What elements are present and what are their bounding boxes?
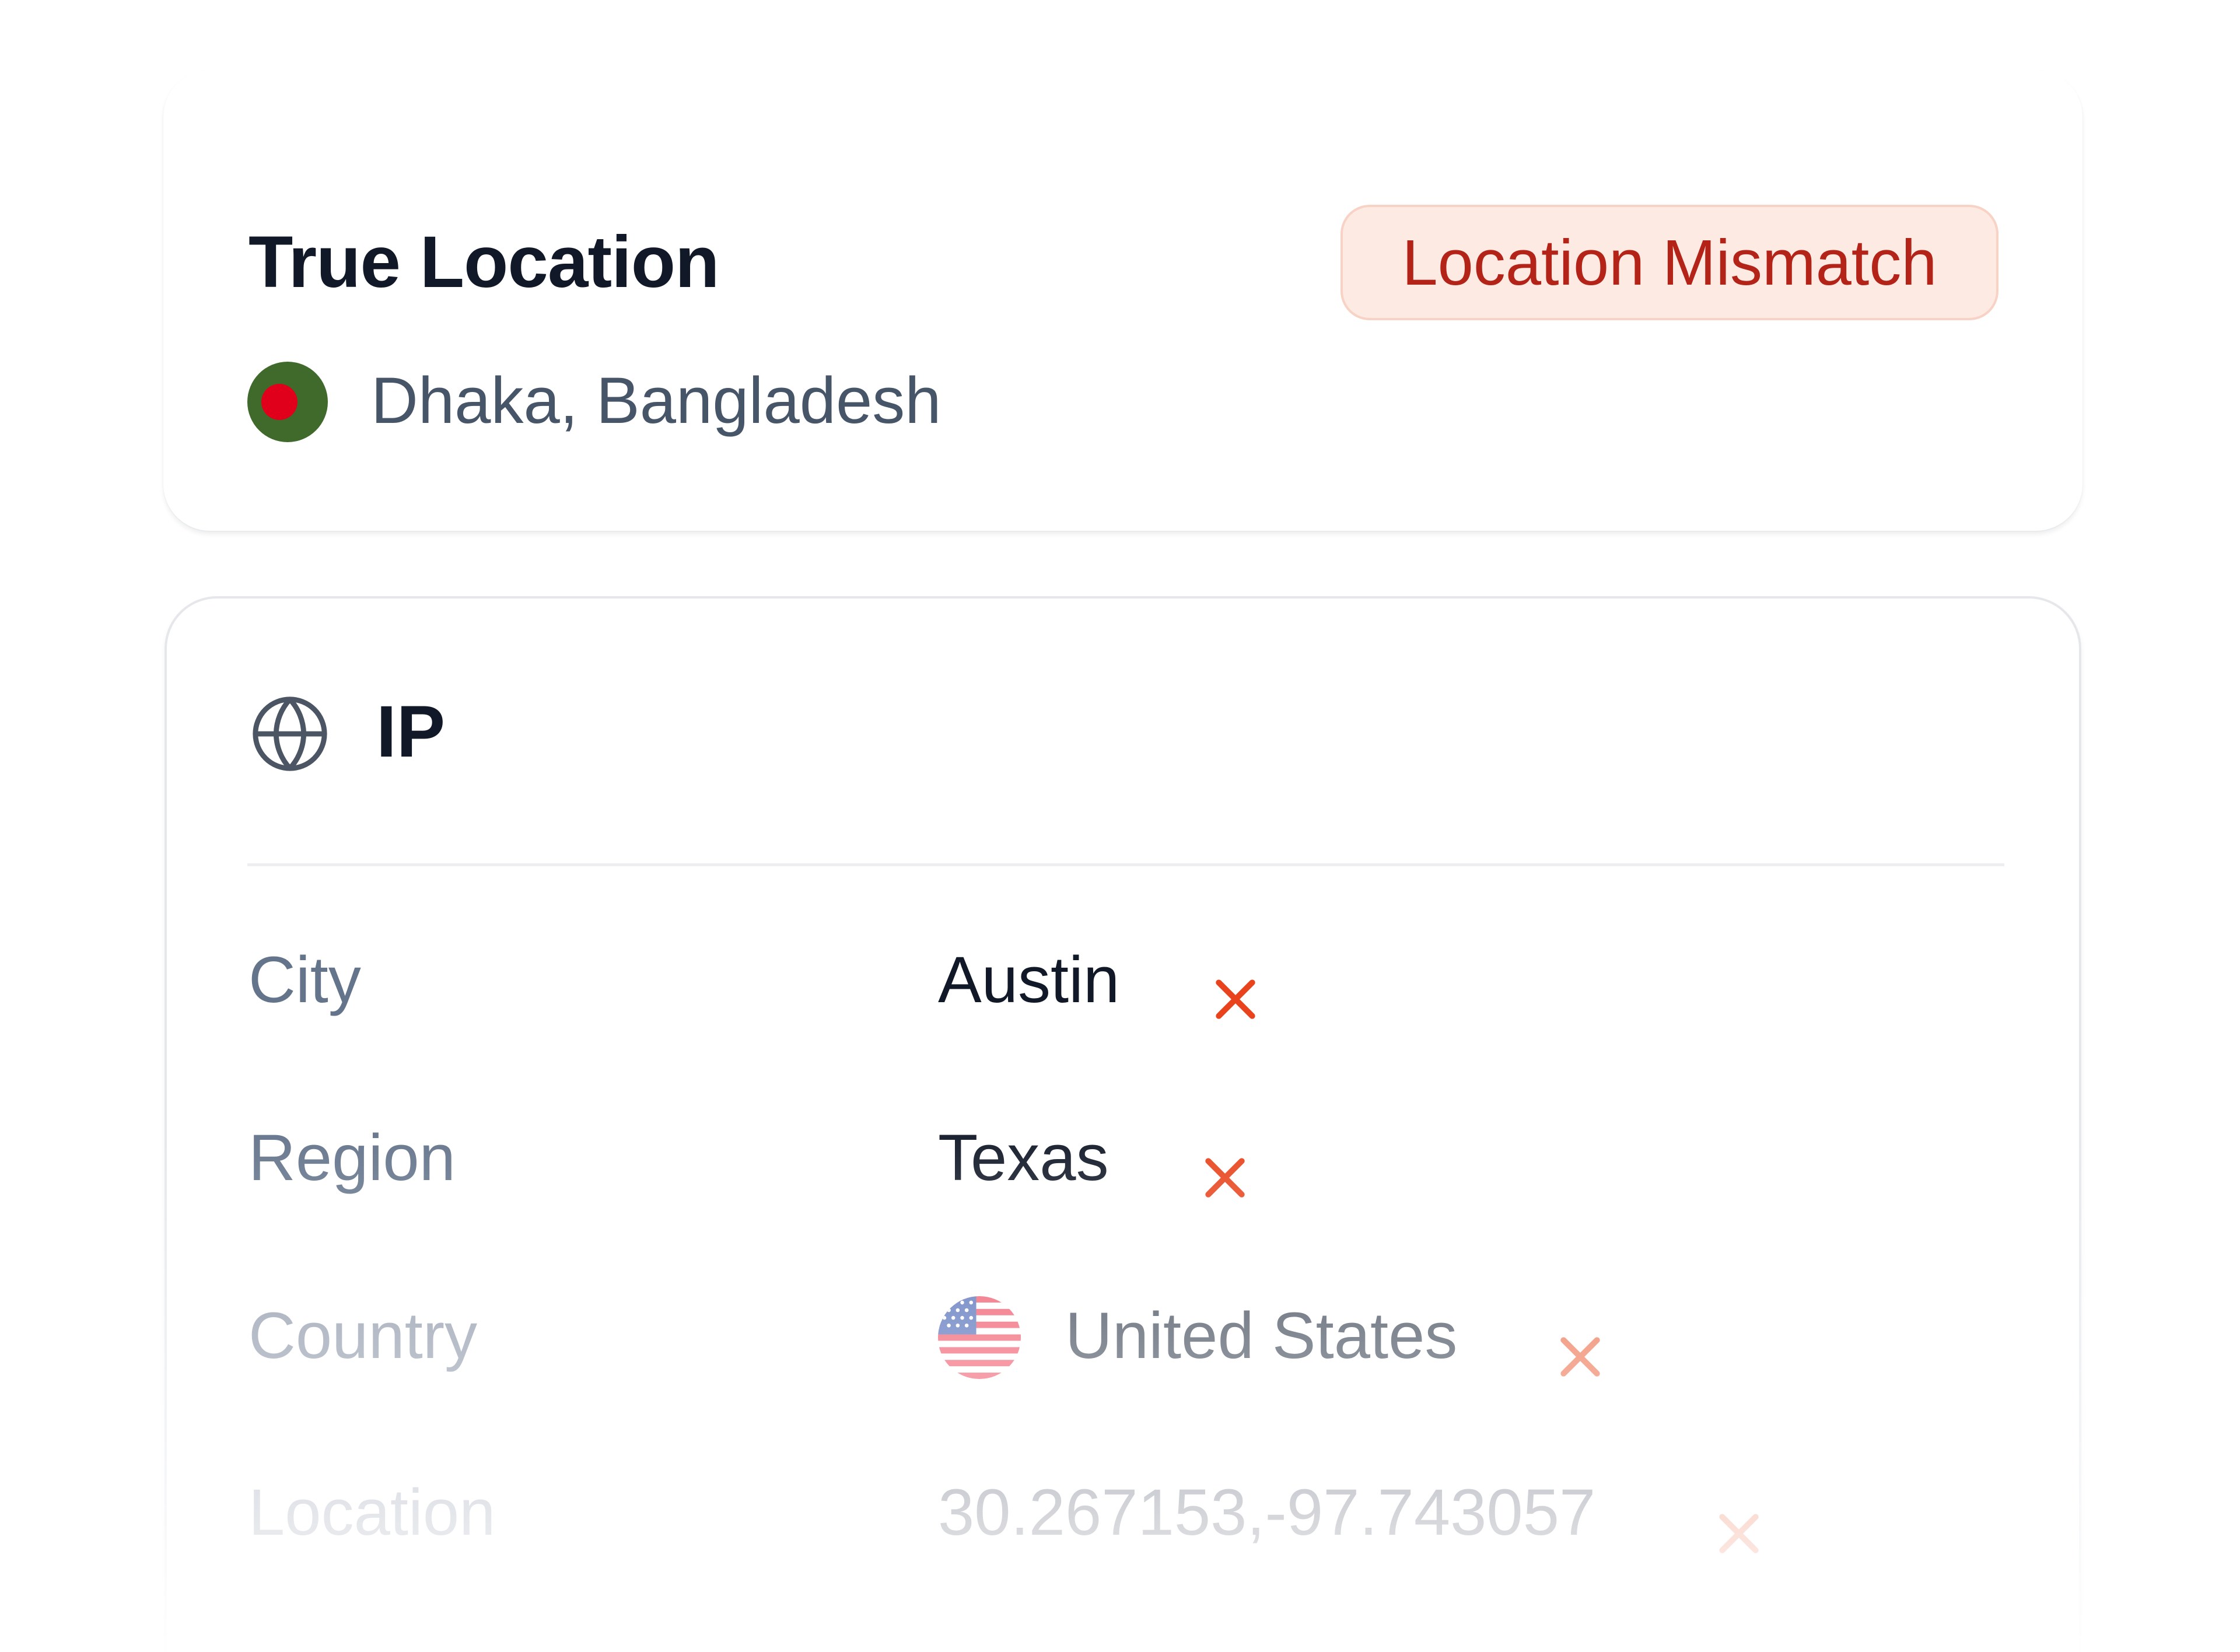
- us-flag-icon: [938, 1296, 1021, 1379]
- country-value: United States: [1065, 1299, 1458, 1372]
- ip-section-title: IP: [376, 691, 446, 772]
- city-value: Austin: [938, 943, 1120, 1016]
- bangladesh-flag-icon: [247, 362, 328, 442]
- country-label: Country: [249, 1299, 478, 1372]
- country-mismatch-x-icon: [1560, 1337, 1600, 1377]
- true-location-value: Dhaka, Bangladesh: [371, 364, 942, 437]
- globe-icon: [253, 696, 327, 771]
- location-mismatch-badge: Location Mismatch: [1340, 205, 1999, 320]
- ip-header-divider: [247, 863, 2004, 866]
- location-label: Location: [249, 1476, 496, 1549]
- true-location-title: True Location: [249, 222, 720, 303]
- location-panel: True Location Location Mismatch Dhaka, B…: [0, 0, 2240, 1652]
- region-value: Texas: [938, 1121, 1109, 1194]
- city-mismatch-x-icon: [1216, 979, 1255, 1019]
- city-label: City: [249, 943, 361, 1016]
- region-mismatch-x-icon: [1205, 1158, 1245, 1198]
- location-value: 30.267153,-97.743057: [938, 1476, 1596, 1549]
- location-mismatch-x-icon: [1719, 1514, 1759, 1553]
- region-label: Region: [249, 1121, 456, 1194]
